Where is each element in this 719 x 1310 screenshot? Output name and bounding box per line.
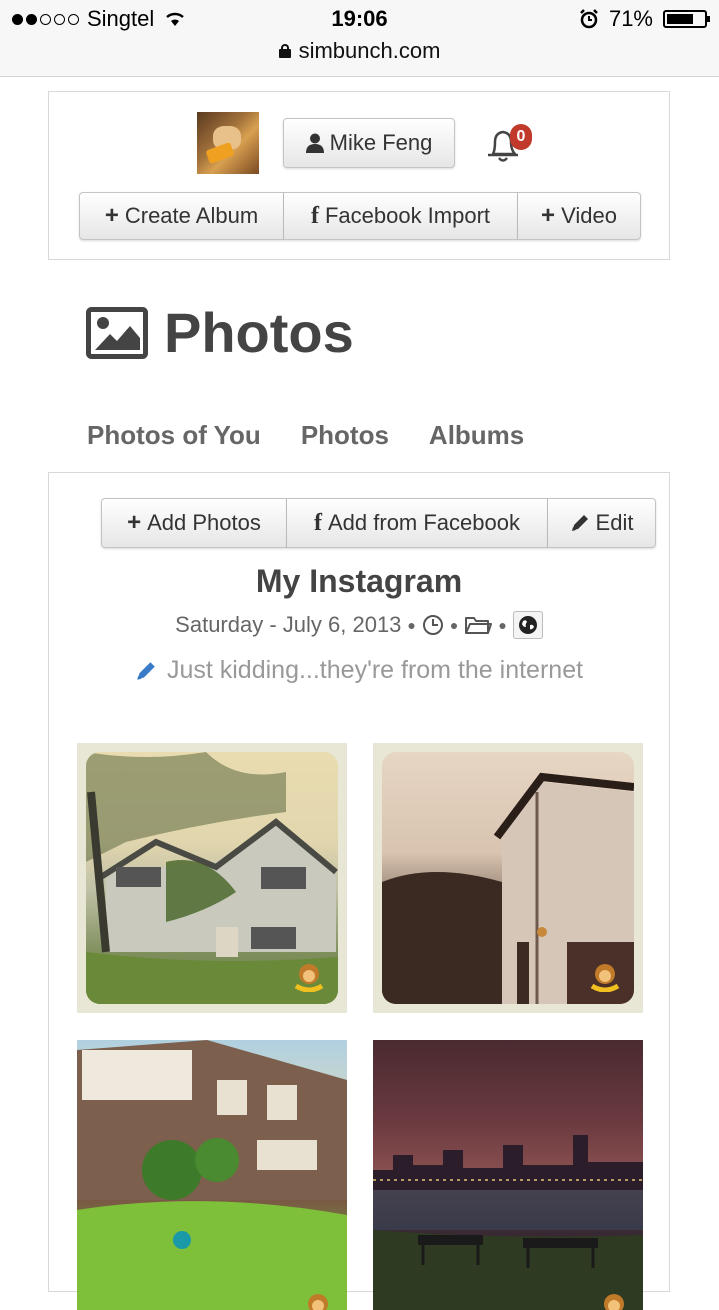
privacy-button[interactable] <box>512 611 543 639</box>
video-label: Video <box>561 203 617 228</box>
shingle-house-photo <box>77 1040 347 1310</box>
battery-icon <box>663 10 710 28</box>
photo-thumbnail[interactable] <box>373 1040 643 1310</box>
album-description: Just kidding...they're from the internet <box>49 656 669 685</box>
clock-icon[interactable] <box>422 614 444 636</box>
facebook-icon: f <box>314 510 322 536</box>
alarm-icon <box>580 9 598 29</box>
facebook-import-label: Facebook Import <box>324 203 491 228</box>
monkey-watermark-icon <box>604 1294 624 1310</box>
create-album-label: Create Album <box>124 203 259 228</box>
photo-thumbnail[interactable] <box>77 1040 347 1310</box>
user-icon <box>305 133 324 153</box>
monkey-watermark-icon <box>590 964 620 992</box>
video-button[interactable]: + Video <box>518 192 641 240</box>
photo-thumbnail[interactable] <box>373 743 643 1013</box>
page-title: Photos <box>164 301 354 364</box>
header-actions: + Create Album f Facebook Import + Video <box>79 192 641 240</box>
edit-album-button[interactable]: Edit <box>548 498 656 548</box>
monkey-watermark-icon <box>308 1294 328 1310</box>
profile-button[interactable]: Mike Feng <box>283 118 455 168</box>
battery-percent: 71% <box>608 6 653 31</box>
user-panel: Mike Feng 0 + Create Album f Facebook Im… <box>48 91 670 260</box>
album-description-text: Just kidding...they're from the internet <box>166 656 584 684</box>
page-heading: Photos <box>86 300 354 365</box>
plus-icon: + <box>127 509 142 536</box>
globe-icon <box>518 616 537 634</box>
photo-tabs: Photos of You Photos Albums <box>87 420 524 451</box>
url-bar[interactable]: simbunch.com <box>0 38 719 64</box>
pencil-icon[interactable] <box>135 660 157 682</box>
add-from-facebook-button[interactable]: f Add from Facebook <box>287 498 548 548</box>
plus-icon: + <box>104 202 119 229</box>
facebook-import-button[interactable]: f Facebook Import <box>284 192 518 240</box>
status-right: 71% <box>579 6 710 32</box>
tab-photos-of-you[interactable]: Photos of You <box>87 420 261 451</box>
avatar[interactable] <box>197 112 259 174</box>
tab-photos[interactable]: Photos <box>301 420 389 451</box>
facebook-icon: f <box>310 203 319 229</box>
plus-icon: + <box>541 202 556 229</box>
album-meta: Saturday - July 6, 2013 ● ● ● <box>49 611 669 639</box>
skyline-photo <box>373 1135 643 1310</box>
profile-button-label: Mike Feng <box>329 130 433 155</box>
add-photos-button[interactable]: + Add Photos <box>101 498 287 548</box>
folder-icon[interactable] <box>464 614 493 636</box>
monkey-watermark-icon <box>294 964 324 992</box>
album-title: My Instagram <box>255 563 463 599</box>
tab-albums[interactable]: Albums <box>429 420 524 451</box>
album-panel: + Add Photos f Add from Facebook Edit My… <box>48 472 670 1310</box>
lock-icon <box>278 44 291 58</box>
add-from-facebook-label: Add from Facebook <box>328 510 520 535</box>
url-text: simbunch.com <box>298 38 441 63</box>
photo-thumbnail[interactable] <box>77 743 347 1013</box>
pencil-icon <box>571 515 588 531</box>
notification-badge[interactable]: 0 <box>510 124 532 150</box>
album-actions: + Add Photos f Add from Facebook Edit <box>101 498 656 548</box>
picture-icon <box>86 306 148 359</box>
album-date: Saturday - July 6, 2013 <box>175 612 402 637</box>
create-album-button[interactable]: + Create Album <box>79 192 284 240</box>
status-bar: Singtel 19:06 71% simbunch.com <box>0 0 719 77</box>
add-photos-label: Add Photos <box>147 510 261 535</box>
edit-label: Edit <box>595 510 634 535</box>
